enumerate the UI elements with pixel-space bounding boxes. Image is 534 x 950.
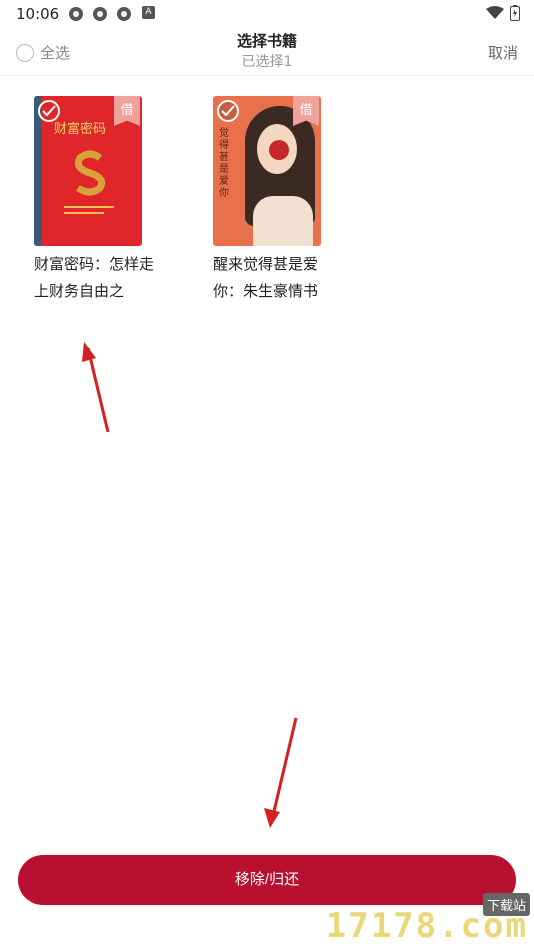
check-icon[interactable] [38, 100, 60, 122]
cover-title: 财富密码 [54, 122, 107, 137]
annotation-arrowhead [82, 342, 96, 362]
battery-icon [510, 5, 520, 21]
check-icon[interactable] [217, 100, 239, 122]
selection-count: 已选择1 [241, 54, 293, 70]
annotation-arrow [270, 717, 298, 821]
annotation-arrowhead [264, 808, 280, 828]
dollar-sign-icon [74, 150, 106, 196]
selection-header: 全选 选择书籍 已选择1 取消 [0, 28, 534, 76]
book-cover[interactable]: 财富密码 借 [34, 96, 142, 246]
status-right [486, 5, 520, 21]
page-title: 选择书籍 [236, 32, 297, 50]
watermark: 17178.com [325, 906, 528, 946]
status-bar: 10:06 A [0, 0, 534, 28]
sync-icon [93, 7, 107, 21]
remove-return-button[interactable]: 移除/归还 [18, 855, 516, 905]
annotation-arrow [86, 347, 110, 433]
book-cover[interactable]: 觉得 甚是爱你 借 [213, 96, 321, 246]
cancel-button[interactable]: 取消 [488, 42, 518, 63]
borrow-badge: 借 [114, 96, 140, 126]
sync-icon [117, 7, 131, 21]
book-title: 醒来觉得甚是爱你：朱生豪情书 [213, 255, 319, 300]
wifi-icon [486, 6, 504, 19]
cover-title: 觉得 甚是爱你 [219, 128, 229, 199]
book-title: 财富密码：怎样走上财务自由之 [34, 255, 155, 300]
app-notification-icon: A [142, 6, 155, 19]
flower-icon [269, 140, 289, 160]
status-time: 10:06 [16, 5, 60, 23]
book-item[interactable]: 觉得 甚是爱你 借 醒来觉得甚是爱你：朱生豪情书 [213, 96, 321, 305]
sync-icon [69, 7, 83, 21]
book-item[interactable]: 财富密码 借 财富密码：怎样走上财务自由之 [34, 96, 154, 305]
